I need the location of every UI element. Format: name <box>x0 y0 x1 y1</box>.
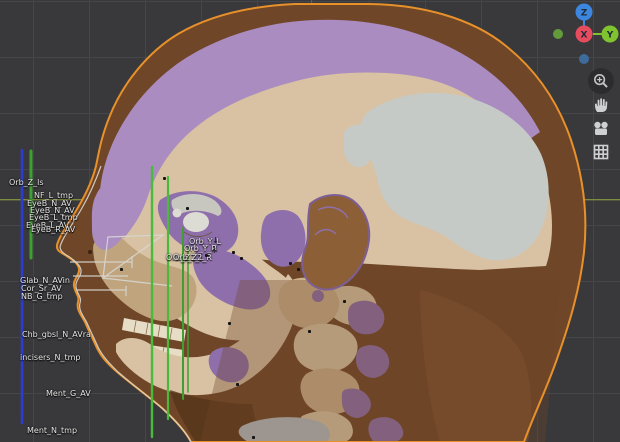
landmark-label: Ment_N_tmp <box>27 426 77 435</box>
landmark-point <box>240 257 243 260</box>
zoom-in-icon <box>591 71 611 91</box>
landmark-label: Ment_G_AV <box>46 389 91 398</box>
eyeball <box>183 212 209 232</box>
landmark-mark: ↓ <box>212 236 219 245</box>
landmark-label: EyeB_R_AV <box>31 225 75 234</box>
grid-ortho-icon <box>591 142 611 162</box>
gizmo-axis-y-neg[interactable] <box>553 29 563 39</box>
viewport-3d[interactable]: Orb_Z_lsNF_L_tmpEyeB_N_AVEyeB_N_AVEyeB_L… <box>0 0 620 442</box>
landmark-label: incisers_N_tmp <box>20 353 80 362</box>
landmark-label: Chb_gbsl_N_AVra <box>22 330 91 339</box>
gizmo-z-label: Z <box>581 9 588 19</box>
landmark-point <box>252 436 255 439</box>
head-skull-model[interactable] <box>0 0 620 442</box>
landmark-point <box>186 207 189 210</box>
landmark-point <box>289 262 292 265</box>
landmark-point <box>120 268 123 271</box>
landmark-point <box>228 322 231 325</box>
pan-button[interactable] <box>588 92 614 118</box>
nostril-dot <box>88 250 92 254</box>
landmark-point <box>205 254 208 257</box>
landmark-point <box>232 251 235 254</box>
landmark-label: NB_G_tmp <box>21 292 63 301</box>
pan-hand-icon <box>591 95 611 115</box>
gizmo-x-label: X <box>581 31 588 41</box>
navigation-gizmo[interactable]: Z X Y <box>549 0 620 71</box>
landmark-point <box>236 383 239 386</box>
landmark-label: Orb_Z_ls <box>9 178 44 187</box>
gizmo-y-label: Y <box>606 31 614 41</box>
gizmo-axis-z-neg[interactable] <box>579 54 589 64</box>
landmark-mark: + <box>211 246 218 255</box>
landmark-point <box>308 330 311 333</box>
grid-ortho-button[interactable] <box>588 139 614 165</box>
landmark-point <box>163 177 166 180</box>
zoom-button[interactable] <box>588 68 614 94</box>
eye-corner <box>173 209 182 218</box>
landmark-point <box>343 300 346 303</box>
sphenoid-purple <box>261 210 306 267</box>
landmark-point <box>297 268 300 271</box>
camera-view-icon <box>591 119 611 139</box>
